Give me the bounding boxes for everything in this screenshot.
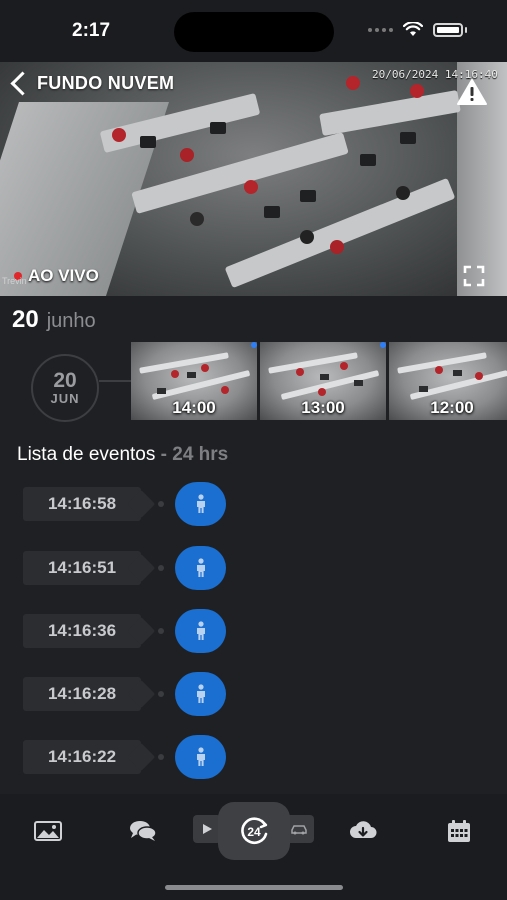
person-event-button[interactable]	[175, 609, 226, 653]
person-icon	[196, 684, 205, 703]
list-item[interactable]: 14:16:51	[0, 546, 507, 590]
person-icon	[196, 558, 205, 577]
thumbnail-time: 14:00	[172, 398, 216, 417]
signal-icon	[368, 27, 393, 32]
timeline-date-circle[interactable]: 20 JUN	[31, 354, 99, 422]
battery-icon	[433, 22, 463, 37]
tab-gallery[interactable]	[28, 816, 68, 846]
list-item[interactable]: 14:16:22	[0, 735, 507, 779]
tab-cloud-download[interactable]	[343, 816, 383, 846]
person-event-button[interactable]	[175, 482, 226, 526]
calendar-icon	[448, 820, 470, 842]
timeline-connector	[99, 380, 131, 382]
tab-chat[interactable]	[123, 816, 163, 846]
cloud-download-icon	[350, 821, 377, 838]
date-header: 20 junho	[12, 306, 96, 334]
timeline-thumbnail[interactable]: 12:00	[389, 342, 507, 420]
list-item[interactable]: 14:16:36	[0, 609, 507, 653]
tab-play[interactable]	[193, 815, 221, 843]
person-icon	[196, 747, 205, 766]
24h-icon: 24	[241, 817, 268, 844]
tab-calendar[interactable]	[439, 816, 479, 846]
person-icon	[196, 621, 205, 640]
date-month: junho	[46, 310, 96, 332]
events-subtitle: - 24 hrs	[160, 444, 229, 465]
recording-timeline[interactable]: 20 JUN 14:00 13:00 12:00	[0, 340, 507, 422]
gallery-icon	[34, 821, 62, 841]
person-event-button[interactable]	[175, 546, 226, 590]
svg-text:24: 24	[247, 825, 261, 839]
event-time[interactable]: 14:16:58	[23, 487, 141, 521]
status-time: 2:17	[72, 20, 111, 41]
warning-icon[interactable]	[456, 78, 488, 106]
event-time[interactable]: 14:16:51	[23, 551, 141, 585]
list-item[interactable]: 14:16:28	[0, 672, 507, 716]
timeline-thumbnail[interactable]: 13:00	[260, 342, 386, 420]
back-button[interactable]: FUNDO NUVEM	[8, 71, 175, 96]
person-icon	[196, 494, 205, 513]
event-time[interactable]: 14:16:28	[23, 677, 141, 711]
live-indicator: AO VIVO	[14, 266, 99, 286]
play-icon	[203, 824, 212, 834]
camera-watermark: Trevin	[2, 276, 27, 286]
car-icon	[291, 825, 307, 835]
wifi-icon	[403, 22, 423, 36]
person-event-button[interactable]	[175, 672, 226, 716]
list-item[interactable]: 14:16:58	[0, 482, 507, 526]
tab-24-hours[interactable]: 24	[218, 802, 290, 860]
person-event-button[interactable]	[175, 735, 226, 779]
home-indicator[interactable]	[165, 885, 343, 890]
chevron-left-icon	[10, 71, 35, 96]
status-bar: 2:17	[0, 0, 507, 62]
status-icons	[368, 22, 467, 37]
thumbnail-time: 12:00	[430, 398, 474, 417]
chat-icon	[130, 821, 157, 841]
timeline-thumbnail[interactable]: 14:00	[131, 342, 257, 420]
date-day: 20	[12, 306, 39, 333]
thumbnail-time: 13:00	[301, 398, 345, 417]
events-title: Lista de eventos - 24 hrs	[17, 444, 229, 465]
live-video-view[interactable]	[0, 62, 507, 296]
live-label: AO VIVO	[28, 266, 99, 285]
event-time[interactable]: 14:16:22	[23, 740, 141, 774]
dynamic-island	[174, 12, 334, 52]
fullscreen-icon[interactable]	[463, 265, 485, 287]
camera-name: FUNDO NUVEM	[37, 73, 175, 93]
event-time[interactable]: 14:16:36	[23, 614, 141, 648]
timeline-thumbnails: 14:00 13:00 12:00	[131, 342, 507, 420]
